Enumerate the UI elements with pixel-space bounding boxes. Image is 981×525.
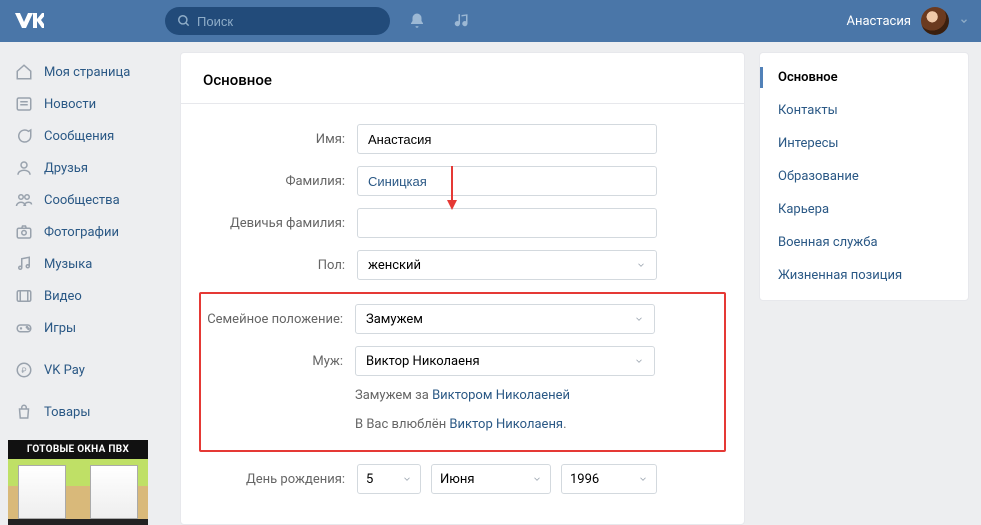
tab-military[interactable]: Военная служба <box>760 226 968 259</box>
chevron-down-icon <box>634 314 644 324</box>
select-dob-month[interactable]: Июня <box>431 464 551 494</box>
nav-music[interactable]: Музыка <box>8 248 166 280</box>
groups-icon <box>14 190 34 210</box>
nav-my-page[interactable]: Моя страница <box>8 56 166 88</box>
ad-image <box>8 459 148 519</box>
nav-video[interactable]: Видео <box>8 280 166 312</box>
nav-vkpay[interactable]: ₽VK Pay <box>8 354 166 386</box>
input-name[interactable] <box>357 124 657 154</box>
highlight-annotation: Семейное положение: Замужем Муж: Виктор … <box>199 292 726 452</box>
inlove-line: В Вас влюблён Виктор Николаеня. <box>355 417 724 432</box>
chevron-down-icon <box>634 356 644 366</box>
nav-market[interactable]: Товары <box>8 396 166 428</box>
profile-menu[interactable]: Анастасия <box>846 7 969 35</box>
music-icon[interactable] <box>454 12 472 30</box>
nav-news[interactable]: Новости <box>8 88 166 120</box>
select-sex[interactable]: женский <box>357 250 657 280</box>
ad-banner[interactable]: ГОТОВЫЕ ОКНА ПВХ <box>8 440 148 525</box>
music-note-icon <box>14 254 34 274</box>
chevron-down-icon <box>959 16 969 26</box>
select-dob-day[interactable]: 5 <box>357 464 421 494</box>
married-to-line: Замужем за Виктором Николаеней <box>355 388 724 403</box>
avatar <box>921 7 949 35</box>
tab-education[interactable]: Образование <box>760 160 968 193</box>
tab-interests[interactable]: Интересы <box>760 127 968 160</box>
bag-icon <box>14 402 34 422</box>
select-marital[interactable]: Замужем <box>355 304 655 334</box>
select-dob-year[interactable]: 1996 <box>561 464 657 494</box>
label-surname: Фамилия: <box>203 174 345 189</box>
app-header: Анастасия <box>0 0 981 42</box>
label-spouse: Муж: <box>201 354 343 369</box>
search-icon <box>177 14 191 28</box>
tab-career[interactable]: Карьера <box>760 193 968 226</box>
link-inlove[interactable]: Виктор Николаеня <box>449 417 563 432</box>
ad-title: ГОТОВЫЕ ОКНА ПВХ <box>8 440 148 459</box>
nav-communities[interactable]: Сообщества <box>8 184 166 216</box>
main-panel: Основное Имя: Фамилия: Девичья фамилия: <box>180 52 745 525</box>
gamepad-icon <box>14 318 34 338</box>
label-marital: Семейное положение: <box>201 312 343 327</box>
input-maiden[interactable] <box>357 208 657 238</box>
username: Анастасия <box>846 14 911 29</box>
chevron-down-icon <box>532 474 542 484</box>
settings-tabs: Основное Контакты Интересы Образование К… <box>759 52 969 301</box>
chevron-down-icon <box>402 474 412 484</box>
chevron-down-icon <box>636 260 646 270</box>
search-box[interactable] <box>165 7 390 35</box>
search-input[interactable] <box>197 14 378 29</box>
news-icon <box>14 94 34 114</box>
vk-logo[interactable] <box>8 12 53 30</box>
input-surname[interactable] <box>357 166 657 196</box>
chevron-down-icon <box>638 474 648 484</box>
message-icon <box>14 126 34 146</box>
camera-icon <box>14 222 34 242</box>
friends-icon <box>14 158 34 178</box>
nav-friends[interactable]: Друзья <box>8 152 166 184</box>
link-married-to[interactable]: Виктором Николаеней <box>432 388 570 403</box>
label-dob: День рождения: <box>203 472 345 487</box>
page-title: Основное <box>181 53 744 104</box>
video-icon <box>14 286 34 306</box>
pay-icon: ₽ <box>14 360 34 380</box>
select-spouse[interactable]: Виктор Николаеня <box>355 346 655 376</box>
nav-messages[interactable]: Сообщения <box>8 120 166 152</box>
home-icon <box>14 62 34 82</box>
nav-photos[interactable]: Фотографии <box>8 216 166 248</box>
notifications-icon[interactable] <box>408 12 426 30</box>
label-sex: Пол: <box>203 258 345 273</box>
label-name: Имя: <box>203 132 345 147</box>
left-nav: Моя страница Новости Сообщения Друзья Со… <box>8 52 166 525</box>
label-maiden: Девичья фамилия: <box>203 216 345 231</box>
tab-life-position[interactable]: Жизненная позиция <box>760 259 968 292</box>
svg-text:₽: ₽ <box>22 366 27 375</box>
tab-contacts[interactable]: Контакты <box>760 94 968 127</box>
nav-games[interactable]: Игры <box>8 312 166 344</box>
tab-basic[interactable]: Основное <box>760 61 968 94</box>
